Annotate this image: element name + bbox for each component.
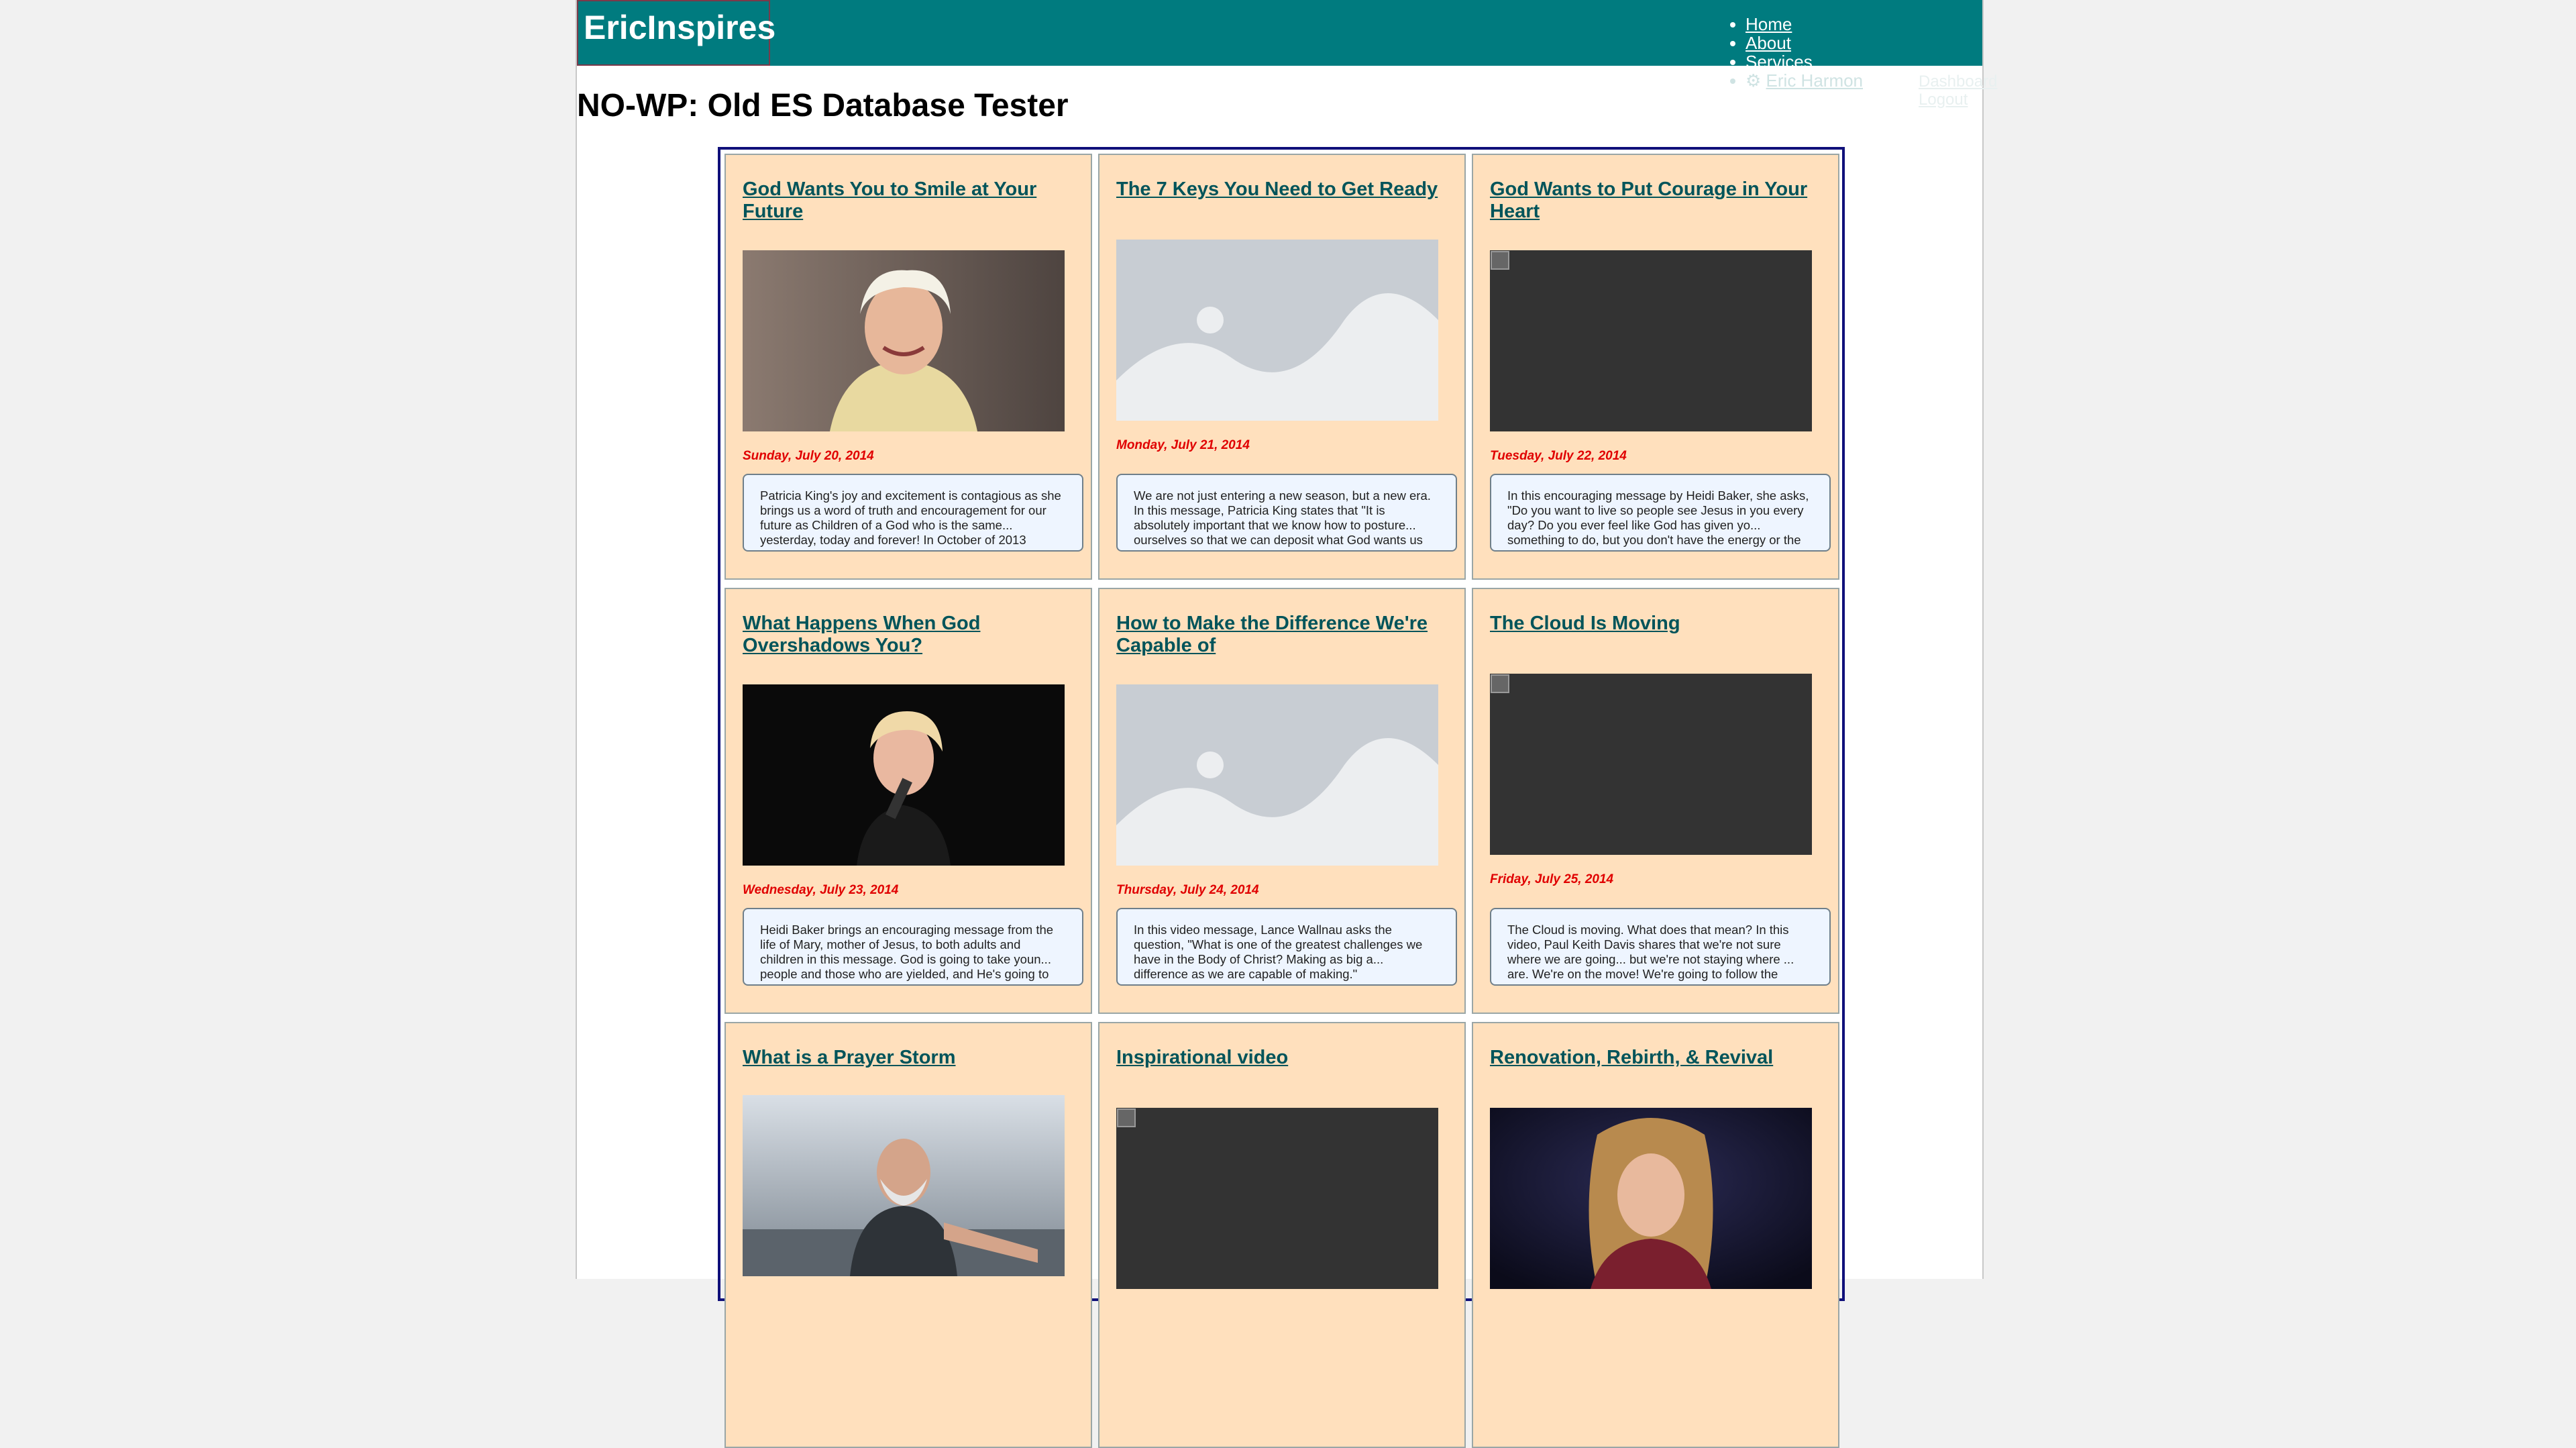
photo-woman-portrait-icon[interactable]	[1490, 1108, 1812, 1289]
photo-woman-microphone-icon[interactable]	[743, 684, 1065, 866]
page-title: NO-WP: Old ES Database Tester	[577, 88, 1069, 123]
nav-link-home[interactable]: Home	[1746, 14, 1792, 34]
post-title-link[interactable]: What Happens When God Overshadows You?	[743, 613, 1065, 657]
broken-image-icon[interactable]	[1490, 250, 1812, 431]
post-title-link[interactable]: God Wants to Put Courage in Your Heart	[1490, 178, 1812, 223]
post-date: Wednesday, July 23, 2014	[743, 883, 899, 897]
image-placeholder-icon[interactable]	[1116, 684, 1438, 866]
nav-item-user: ⚙ Eric Harmon	[1746, 71, 1863, 90]
page-container: EricInspires Home About Services ⚙ Eric …	[576, 0, 1997, 1448]
post-title-link[interactable]: Inspirational video	[1116, 1047, 1438, 1069]
post-card: Renovation, Rebirth, & Revival	[1472, 1022, 1839, 1448]
nav-link-user[interactable]: Eric Harmon	[1766, 70, 1863, 91]
photo-man-reaching-icon[interactable]	[743, 1095, 1065, 1276]
post-card: God Wants to Put Courage in Your Heart T…	[1472, 154, 1839, 580]
main-nav: Home About Services ⚙ Eric Harmon	[1731, 15, 1863, 90]
broken-image-icon[interactable]	[1490, 674, 1812, 855]
post-title-link[interactable]: The Cloud Is Moving	[1490, 613, 1812, 635]
post-card: What is a Prayer Storm	[724, 1022, 1092, 1448]
post-excerpt: We are not just entering a new season, b…	[1116, 474, 1457, 552]
post-date: Tuesday, July 22, 2014	[1490, 449, 1627, 463]
user-icon: ⚙	[1746, 70, 1766, 91]
post-card: God Wants You to Smile at Your Future Su…	[724, 154, 1092, 580]
post-date: Monday, July 21, 2014	[1116, 438, 1250, 452]
post-card: What Happens When God Overshadows You? W…	[724, 588, 1092, 1014]
broken-image-icon[interactable]	[1116, 1108, 1438, 1289]
post-card: Inspirational video	[1098, 1022, 1466, 1448]
site-header: EricInspires Home About Services ⚙ Eric …	[577, 0, 1982, 90]
nav-item-about: About	[1746, 34, 1863, 52]
post-title-link[interactable]: What is a Prayer Storm	[743, 1047, 1065, 1069]
dashboard-link[interactable]: Dashboard	[1919, 72, 1997, 91]
post-date: Sunday, July 20, 2014	[743, 449, 874, 463]
post-title-link[interactable]: The 7 Keys You Need to Get Ready	[1116, 178, 1438, 201]
logout-link[interactable]: Logout	[1919, 91, 1968, 109]
nav-link-services[interactable]: Services	[1746, 52, 1813, 72]
posts-grid: God Wants You to Smile at Your Future Su…	[718, 147, 1845, 1448]
post-excerpt: In this video message, Lance Wallnau ask…	[1116, 908, 1457, 986]
post-title-link[interactable]: God Wants You to Smile at Your Future	[743, 178, 1065, 223]
post-excerpt: Patricia King's joy and excitement is co…	[743, 474, 1083, 552]
post-date: Thursday, July 24, 2014	[1116, 883, 1259, 897]
post-title-link[interactable]: How to Make the Difference We're Capable…	[1116, 613, 1438, 657]
nav-item-services: Services	[1746, 52, 1863, 71]
nav-item-home: Home	[1746, 15, 1863, 34]
nav-link-about[interactable]: About	[1746, 33, 1791, 53]
site-logo[interactable]: EricInspires	[577, 0, 775, 66]
post-card: The Cloud Is Moving Friday, July 25, 201…	[1472, 588, 1839, 1014]
image-placeholder-icon[interactable]	[1116, 240, 1438, 421]
post-excerpt: The Cloud is moving. What does that mean…	[1490, 908, 1831, 986]
user-menu: Dashboard Logout	[1919, 72, 1997, 109]
post-date: Friday, July 25, 2014	[1490, 872, 1614, 886]
post-excerpt: Heidi Baker brings an encouraging messag…	[743, 908, 1083, 986]
post-card: How to Make the Difference We're Capable…	[1098, 588, 1466, 1014]
post-excerpt: In this encouraging message by Heidi Bak…	[1490, 474, 1831, 552]
post-card: The 7 Keys You Need to Get Ready Monday,…	[1098, 154, 1466, 580]
photo-smiling-woman-blonde-icon[interactable]	[743, 250, 1065, 431]
post-title-link[interactable]: Renovation, Rebirth, & Revival	[1490, 1047, 1812, 1069]
